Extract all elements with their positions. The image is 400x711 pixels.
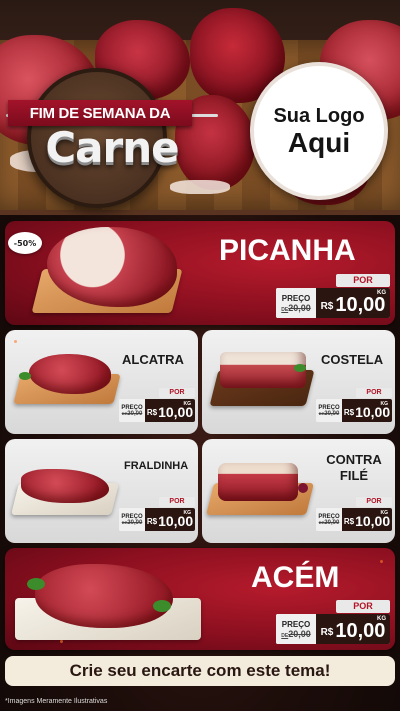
unit-label: KG	[183, 401, 192, 407]
price-tag: POR PREÇO DE20,00 R$ 10,00 KG	[316, 497, 392, 531]
hero-banner: FIM DE SEMANA DA Carne Sua Logo Aqui	[0, 0, 400, 215]
product-name: FRALDINHA	[124, 460, 189, 472]
preco-label: PREÇO	[281, 619, 311, 629]
footer-disclaimer: *Imagens Meramente Ilustrativas	[5, 698, 108, 705]
ember-decoration	[60, 640, 63, 643]
price-tag: POR PREÇO DE20,00 R$ 10,00 KG	[316, 388, 392, 422]
product-name: ACÉM	[251, 561, 340, 594]
product-card-fraldinha[interactable]: FRALDINHA POR PREÇO DE20,00 R$ 10,00 KG	[5, 439, 198, 543]
old-price: 20,00	[127, 410, 143, 417]
price-tag: POR PREÇO DE20,00 R$ 10,00 KG	[276, 600, 390, 644]
product-card-costela[interactable]: COSTELA POR PREÇO DE20,00 R$ 10,00 KG	[202, 330, 395, 434]
logo-line-2: Aqui	[287, 127, 351, 158]
por-label: POR	[336, 274, 390, 287]
contra-file-image	[218, 463, 298, 501]
product-card-acem[interactable]: ACÉM POR PREÇO DE20,00 R$ 10,00 KG	[5, 548, 395, 650]
herb-image	[153, 600, 171, 612]
por-label: POR	[356, 388, 392, 398]
por-label: POR	[356, 497, 392, 507]
old-price: 20,00	[288, 628, 311, 639]
logo-line-1: Sua Logo	[273, 105, 365, 127]
product-name: PICANHA	[219, 234, 356, 267]
currency: R$	[146, 517, 158, 526]
por-label: POR	[159, 388, 195, 398]
discount-badge: -50%	[8, 232, 42, 254]
event-title: Carne	[45, 123, 179, 172]
currency: R$	[343, 408, 355, 417]
product-name: ALCATRA	[122, 352, 184, 367]
unit-label: KG	[377, 290, 386, 296]
old-price: 20,00	[288, 302, 311, 313]
product-name-line-2: FILÉ	[339, 468, 369, 483]
price-tag: POR PREÇO DE20,00 R$ 10,00 KG	[119, 497, 195, 531]
por-label: POR	[336, 600, 390, 613]
product-name: COSTELA	[321, 352, 384, 367]
product-name: CONTRA FILÉ	[322, 452, 386, 484]
preco-label: PREÇO	[281, 293, 311, 303]
currency: R$	[320, 627, 334, 638]
costela-image	[220, 352, 306, 388]
por-label: POR	[159, 497, 195, 507]
fraldinha-image	[21, 469, 109, 503]
product-card-contra-file[interactable]: CONTRA FILÉ POR PREÇO DE20,00 R$ 10,00 K…	[202, 439, 395, 543]
product-card-picanha[interactable]: PICANHA POR PREÇO DE20,00 R$ 10,00 KG	[5, 221, 395, 325]
herb-image	[294, 364, 306, 372]
ember-decoration	[14, 340, 17, 343]
onion-image	[298, 483, 308, 493]
herb-image	[19, 372, 31, 380]
fat-cap-image	[170, 180, 230, 194]
price-tag: POR PREÇO DE20,00 R$ 10,00 KG	[276, 274, 390, 318]
ember-decoration	[380, 560, 383, 563]
old-price: 20,00	[324, 519, 340, 526]
unit-label: KG	[380, 510, 389, 516]
currency: R$	[320, 301, 334, 312]
unit-label: KG	[377, 616, 386, 622]
currency: R$	[146, 408, 158, 417]
unit-label: KG	[380, 401, 389, 407]
old-price: 20,00	[127, 519, 143, 526]
cta-button[interactable]: Crie seu encarte com este tema!	[5, 656, 395, 686]
product-name-line-1: CONTRA	[326, 452, 382, 467]
price-tag: POR PREÇO DE20,00 R$ 10,00 KG	[119, 388, 195, 422]
product-card-alcatra[interactable]: ALCATRA POR PREÇO DE20,00 R$ 10,00 KG	[5, 330, 198, 434]
old-price: 20,00	[324, 410, 340, 417]
unit-label: KG	[183, 510, 192, 516]
acem-image	[35, 564, 173, 628]
herb-image	[27, 578, 45, 590]
logo-placeholder[interactable]: Sua Logo Aqui	[250, 62, 388, 200]
currency: R$	[343, 517, 355, 526]
